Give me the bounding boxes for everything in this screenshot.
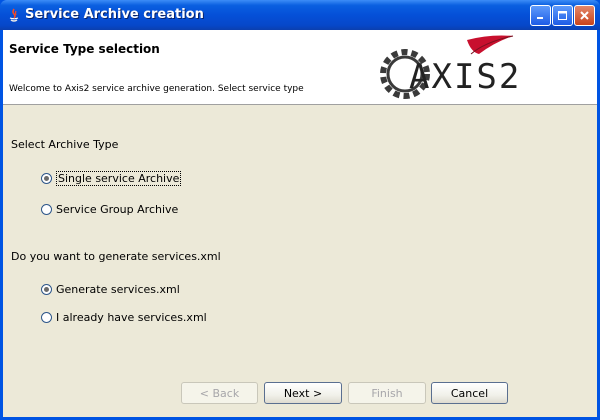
- java-icon: [6, 7, 22, 23]
- existing-services-radio-option[interactable]: I already have services.xml: [41, 311, 207, 324]
- service-group-label[interactable]: Service Group Archive: [56, 203, 178, 216]
- single-service-radio[interactable]: [41, 173, 52, 184]
- wizard-content: Service Type selection Welcome to Axis2 …: [3, 30, 597, 417]
- close-icon: [580, 11, 589, 20]
- generate-services-radio-option[interactable]: Generate services.xml: [41, 283, 180, 296]
- window-title: Service Archive creation: [25, 7, 204, 22]
- existing-services-radio[interactable]: [41, 312, 52, 323]
- page-title: Service Type selection: [9, 42, 160, 56]
- finish-button[interactable]: Finish: [348, 382, 426, 404]
- axis2-logo: AXIS2: [380, 35, 521, 99]
- page-description: Welcome to Axis2 service archive generat…: [9, 84, 304, 94]
- title-bar[interactable]: Service Archive creation: [0, 0, 600, 30]
- close-button[interactable]: [574, 5, 595, 26]
- service-group-radio-option[interactable]: Service Group Archive: [41, 203, 178, 216]
- services-xml-label: Do you want to generate services.xml: [11, 250, 221, 263]
- next-button[interactable]: Next >: [264, 382, 342, 404]
- minimize-icon: [537, 17, 543, 19]
- wizard-window: Service Archive creation Service Type se…: [0, 0, 600, 420]
- generate-services-radio[interactable]: [41, 284, 52, 295]
- service-group-radio[interactable]: [41, 204, 52, 215]
- single-service-radio-option[interactable]: Single service Archive: [41, 171, 182, 186]
- generate-services-label[interactable]: Generate services.xml: [56, 283, 180, 296]
- maximize-icon: [558, 11, 567, 20]
- existing-services-label[interactable]: I already have services.xml: [56, 311, 207, 324]
- single-service-label[interactable]: Single service Archive: [56, 171, 182, 186]
- logo-text: AXIS2: [409, 57, 521, 97]
- cancel-button[interactable]: Cancel: [431, 382, 508, 404]
- archive-type-label: Select Archive Type: [11, 138, 119, 151]
- maximize-button[interactable]: [552, 5, 573, 26]
- back-button[interactable]: < Back: [181, 382, 258, 404]
- wizard-header: Service Type selection Welcome to Axis2 …: [3, 30, 597, 105]
- minimize-button[interactable]: [530, 5, 551, 26]
